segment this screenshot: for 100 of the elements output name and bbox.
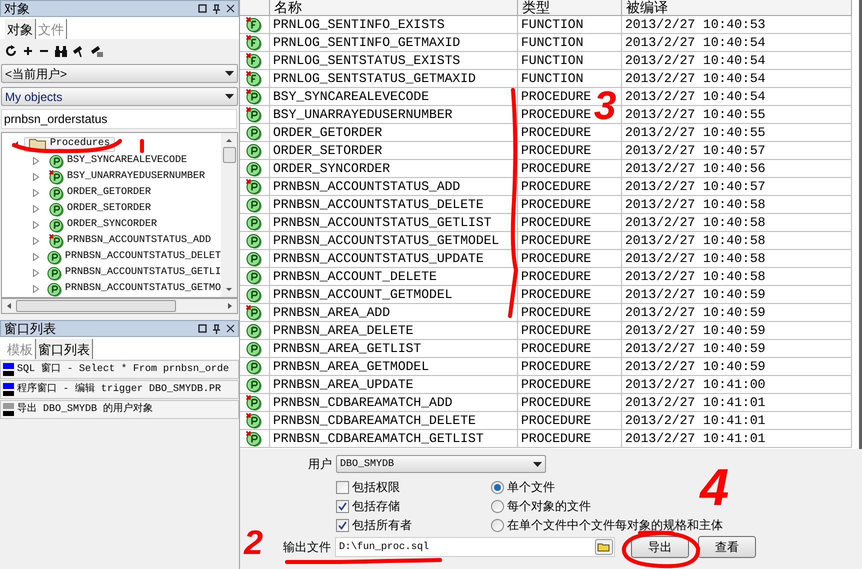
table-cell: FUNCTION xyxy=(521,17,584,32)
table-cell: PRNBSN_AREA_DELETE xyxy=(273,323,414,338)
tree-item[interactable]: PRNBSN_ACCOUNTSTATUS_GETLI xyxy=(2,265,221,281)
tree-item[interactable]: BSY_SYNCAREALEVECODE xyxy=(2,153,221,169)
table-cell: PRNBSN_ACCOUNTSTATUS_UPDATE xyxy=(273,251,484,266)
output-file-field[interactable]: D:\fun_proc.sql xyxy=(335,537,615,557)
window-list-item[interactable]: SQL 窗口 - Select * From prnbsn_orde xyxy=(0,360,239,379)
scroll-right-icon[interactable] xyxy=(227,302,233,310)
radio-button[interactable] xyxy=(491,500,504,512)
window-list-item[interactable]: 程序窗口 - 编辑 trigger DBO_SMYDB.PR xyxy=(0,380,239,399)
search-field[interactable]: prnbsn_orderstatus xyxy=(1,109,237,129)
table-cell: 2013/2/27 10:41:00 xyxy=(625,377,766,392)
table-cell: PROCEDURE xyxy=(521,323,592,338)
table-cell: PROCEDURE xyxy=(521,215,592,230)
restore-icon[interactable] xyxy=(198,4,207,13)
table-cell: PRNBSN_AREA_ADD xyxy=(273,305,390,320)
table-cell: PRNBSN_AREA_GETMODEL xyxy=(273,359,430,374)
filter-icon[interactable] xyxy=(91,45,103,57)
table-cell: 2013/2/27 10:40:57 xyxy=(625,143,766,158)
output-file-label: 输出文件 xyxy=(283,539,331,556)
annotation-stroke xyxy=(140,139,144,153)
tree-item[interactable]: PRNBSN_ACCOUNTSTATUS_GETMO xyxy=(2,281,221,297)
action-button[interactable]: 查看 xyxy=(698,536,756,558)
table-cell: 2013/2/27 10:40:55 xyxy=(625,125,766,140)
filter-dropdown[interactable]: My objects xyxy=(1,87,238,106)
user-dropdown[interactable]: DBO_SMYDB xyxy=(336,455,546,473)
close-icon[interactable] xyxy=(226,4,235,13)
table-cell: PRNBSN_ACCOUNT_DELETE xyxy=(273,269,437,284)
tree-item[interactable]: ORDER_SYNCORDER xyxy=(2,217,221,233)
table-cell: PROCEDURE xyxy=(521,233,592,248)
horizontal-scrollbar[interactable] xyxy=(1,298,238,314)
table-cell: PROCEDURE xyxy=(521,413,592,428)
user-label: 用户 xyxy=(308,456,332,473)
table-cell: 2013/2/27 10:40:59 xyxy=(625,287,766,302)
pin-icon[interactable] xyxy=(212,324,221,334)
table-cell: 2013/2/27 10:40:58 xyxy=(625,251,766,266)
action-button[interactable]: 导出 xyxy=(631,536,689,558)
close-icon[interactable] xyxy=(226,324,235,333)
dropdown-caret-icon xyxy=(225,94,234,99)
dropdown-caret-icon xyxy=(533,462,542,466)
table-cell: PRNLOG_SENTSTATUS_GETMAXID xyxy=(273,71,476,86)
table-cell: FUNCTION xyxy=(521,53,584,68)
table-cell: BSY_UNARRAYEDUSERNUMBER xyxy=(273,107,452,122)
radio-label: 每个对象的文件 xyxy=(507,498,591,515)
table-cell: 2013/2/27 10:40:54 xyxy=(625,53,766,68)
folder-icon xyxy=(29,138,46,150)
table-cell: 2013/2/27 10:41:01 xyxy=(625,431,766,446)
table-cell: PROCEDURE xyxy=(521,161,592,176)
owner-dropdown[interactable]: <当前用户> xyxy=(1,64,238,83)
annotation-number: 4 xyxy=(700,462,729,514)
binoculars-icon[interactable] xyxy=(55,46,67,56)
folder-icon[interactable] xyxy=(595,539,613,555)
column-header[interactable]: 类型 xyxy=(518,0,622,16)
checkbox[interactable] xyxy=(336,500,349,512)
table-cell: PROCEDURE xyxy=(521,197,592,212)
table-cell: PRNBSN_ACCOUNTSTATUS_DELETE xyxy=(273,197,484,212)
tree-item[interactable]: ORDER_SETORDER xyxy=(2,201,221,217)
radio-label: 在单个文件中个文件每对象的规格和主体 xyxy=(507,517,723,534)
radio-label: 单个文件 xyxy=(507,479,555,496)
tree-item[interactable]: BSY_UNARRAYEDUSERNUMBER xyxy=(2,169,221,185)
panel-tab[interactable]: 对象 xyxy=(5,19,36,39)
table-cell: 2013/2/27 10:41:01 xyxy=(625,413,766,428)
table-cell: 2013/2/27 10:40:54 xyxy=(625,89,766,104)
filter-icon[interactable] xyxy=(73,45,85,57)
refresh-icon[interactable] xyxy=(5,45,17,57)
table-cell: PRNBSN_ACCOUNTSTATUS_GETMODEL xyxy=(273,233,500,248)
tree-item[interactable]: ORDER_GETORDER xyxy=(2,185,221,201)
checkbox[interactable] xyxy=(336,518,349,532)
table-cell: 2013/2/27 10:40:59 xyxy=(625,323,766,338)
table-cell: ORDER_SETORDER xyxy=(273,143,382,158)
table-cell: 2013/2/27 10:40:58 xyxy=(625,215,766,230)
vertical-scrollbar[interactable] xyxy=(221,133,237,297)
table-cell: FUNCTION xyxy=(521,35,584,50)
pin-icon[interactable] xyxy=(212,4,221,14)
table-cell: PROCEDURE xyxy=(521,359,592,374)
table-cell: 2013/2/27 10:40:54 xyxy=(625,35,766,50)
scrollbar-thumb[interactable] xyxy=(222,147,236,163)
table-cell: 2013/2/27 10:40:59 xyxy=(625,341,766,356)
panel-tab[interactable]: 模板 xyxy=(5,339,36,359)
table-cell: 2013/2/27 10:40:59 xyxy=(625,305,766,320)
tree-item[interactable]: PRNBSN_ACCOUNTSTATUS_DELET xyxy=(2,249,221,265)
table-cell: ORDER_GETORDER xyxy=(273,125,382,140)
panel-tab[interactable]: 窗口列表 xyxy=(36,339,93,359)
column-header[interactable]: 名称 xyxy=(270,0,518,16)
radio-button[interactable] xyxy=(491,480,504,494)
table-cell: 2013/2/27 10:40:57 xyxy=(625,179,766,194)
column-header[interactable]: 被编译 xyxy=(622,0,852,16)
checkbox[interactable] xyxy=(336,480,349,494)
panel-tab[interactable]: 文件 xyxy=(36,19,67,39)
restore-icon[interactable] xyxy=(198,324,207,333)
table-cell: PRNBSN_AREA_UPDATE xyxy=(273,377,414,392)
plus-icon[interactable] xyxy=(23,46,33,56)
scroll-left-icon[interactable] xyxy=(6,302,12,310)
table-cell: 2013/2/27 10:41:01 xyxy=(625,395,766,410)
table-cell: PRNBSN_ACCOUNT_GETMODEL xyxy=(273,287,452,302)
panel-title: 对象 xyxy=(4,2,30,15)
window-list-item[interactable]: 导出 DBO_SMYDB 的用户对象 xyxy=(0,400,239,419)
table-cell: 2013/2/27 10:40:55 xyxy=(625,107,766,122)
tree-item[interactable]: PRNBSN_ACCOUNTSTATUS_ADD xyxy=(2,233,221,249)
radio-button[interactable] xyxy=(491,518,504,532)
